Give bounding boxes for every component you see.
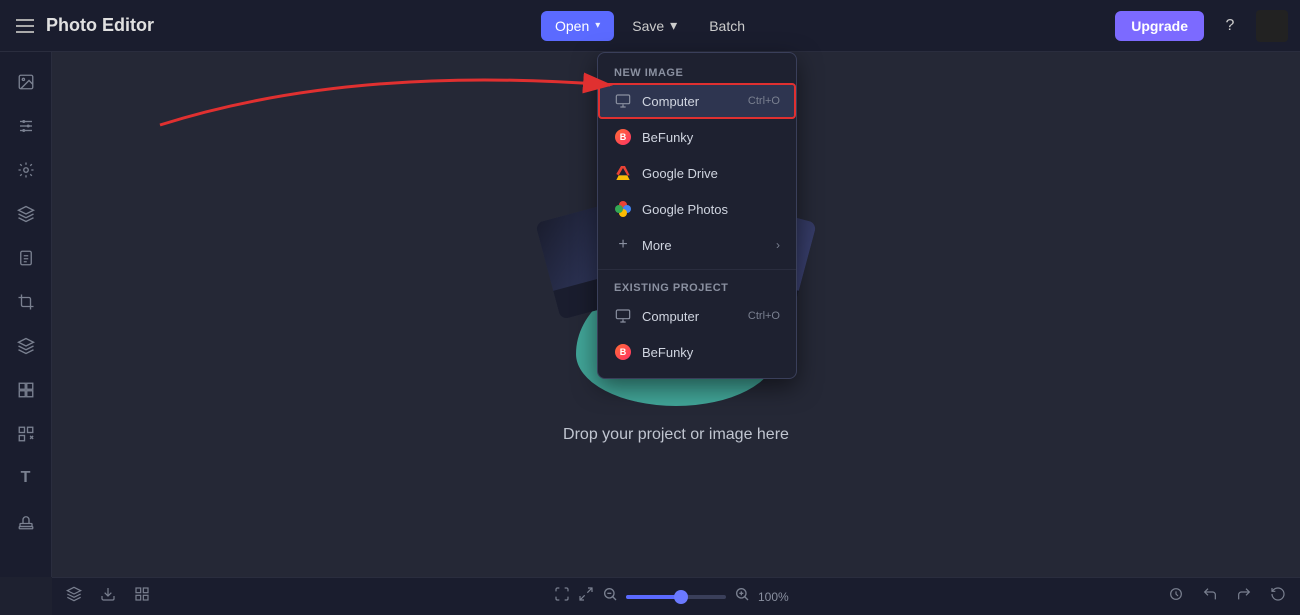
menu-item-computer-existing[interactable]: Computer Ctrl+O xyxy=(598,298,796,334)
more-arrow-icon: › xyxy=(776,238,780,252)
sidebar-item-touch-up[interactable] xyxy=(6,194,46,234)
menu-item-computer-new[interactable]: Computer Ctrl+O xyxy=(598,83,796,119)
fit-screen-button[interactable] xyxy=(554,586,570,607)
undo-history-icon[interactable] xyxy=(1164,584,1188,609)
topbar-center-actions: Open ▾ Save ▾ Batch xyxy=(541,10,759,41)
sidebar-item-text-tool[interactable]: T xyxy=(6,458,46,498)
reset-icon[interactable] xyxy=(1266,584,1290,609)
open-button[interactable]: Open ▾ xyxy=(541,11,614,41)
sidebar-item-text[interactable] xyxy=(6,238,46,278)
computer-icon xyxy=(614,92,632,110)
menu-divider xyxy=(598,269,796,270)
google-photos-icon xyxy=(614,200,632,218)
computer-existing-icon xyxy=(614,307,632,325)
sidebar-item-effects[interactable] xyxy=(6,150,46,190)
sidebar-item-adjustments[interactable] xyxy=(6,106,46,146)
topbar: Photo Editor Open ▾ Save ▾ Batch Upgrade… xyxy=(0,0,1300,52)
open-chevron-icon: ▾ xyxy=(595,20,600,31)
befunky-existing-icon: B xyxy=(614,343,632,361)
help-button[interactable]: ? xyxy=(1214,10,1246,42)
befunky-icon: B xyxy=(614,128,632,146)
plus-icon: + xyxy=(614,236,632,254)
new-image-section-label: New Image xyxy=(598,61,796,83)
menu-item-google-drive[interactable]: Google Drive xyxy=(598,155,796,191)
sidebar-item-graphics[interactable] xyxy=(6,414,46,454)
menu-item-befunky-existing[interactable]: B BeFunky xyxy=(598,334,796,370)
app-title: Photo Editor xyxy=(46,15,154,36)
redo-icon[interactable] xyxy=(1232,584,1256,609)
sidebar: T xyxy=(0,52,52,577)
actual-size-button[interactable] xyxy=(578,586,594,607)
zoom-in-button[interactable] xyxy=(734,586,750,607)
bottombar-right xyxy=(1164,584,1290,609)
zoom-out-button[interactable] xyxy=(602,586,618,607)
menu-item-google-photos[interactable]: Google Photos xyxy=(598,191,796,227)
undo-icon[interactable] xyxy=(1198,584,1222,609)
hamburger-menu[interactable] xyxy=(12,15,38,37)
menu-item-more[interactable]: + More › xyxy=(598,227,796,263)
google-drive-icon xyxy=(614,164,632,182)
sidebar-item-crop[interactable] xyxy=(6,282,46,322)
topbar-right: Upgrade ? xyxy=(1115,10,1288,42)
sidebar-item-layers[interactable] xyxy=(6,326,46,366)
batch-button[interactable]: Batch xyxy=(695,11,759,41)
menu-item-befunky-new[interactable]: B BeFunky xyxy=(598,119,796,155)
upgrade-button[interactable]: Upgrade xyxy=(1115,11,1204,41)
zoom-slider[interactable] xyxy=(626,595,726,599)
avatar[interactable] xyxy=(1256,10,1288,42)
open-dropdown: New Image Computer Ctrl+O B BeFunky Goog… xyxy=(597,52,797,379)
save-button[interactable]: Save ▾ xyxy=(618,10,691,41)
existing-computer-shortcut: Ctrl+O xyxy=(748,310,780,322)
drop-text: Drop your project or image here xyxy=(563,426,789,444)
grid-bottom-icon[interactable] xyxy=(130,584,154,609)
existing-project-section-label: Existing Project xyxy=(598,276,796,298)
bottombar-left xyxy=(62,584,154,609)
zoom-percent: 100% xyxy=(758,590,798,604)
export-bottom-icon[interactable] xyxy=(96,584,120,609)
bottombar: 100% xyxy=(52,577,1300,615)
save-chevron-icon: ▾ xyxy=(670,17,677,34)
sidebar-item-stamp[interactable] xyxy=(6,502,46,542)
layers-bottom-icon[interactable] xyxy=(62,584,86,609)
zoom-controls: 100% xyxy=(554,586,798,607)
sidebar-item-collage[interactable] xyxy=(6,370,46,410)
computer-shortcut: Ctrl+O xyxy=(748,95,780,107)
sidebar-item-image[interactable] xyxy=(6,62,46,102)
